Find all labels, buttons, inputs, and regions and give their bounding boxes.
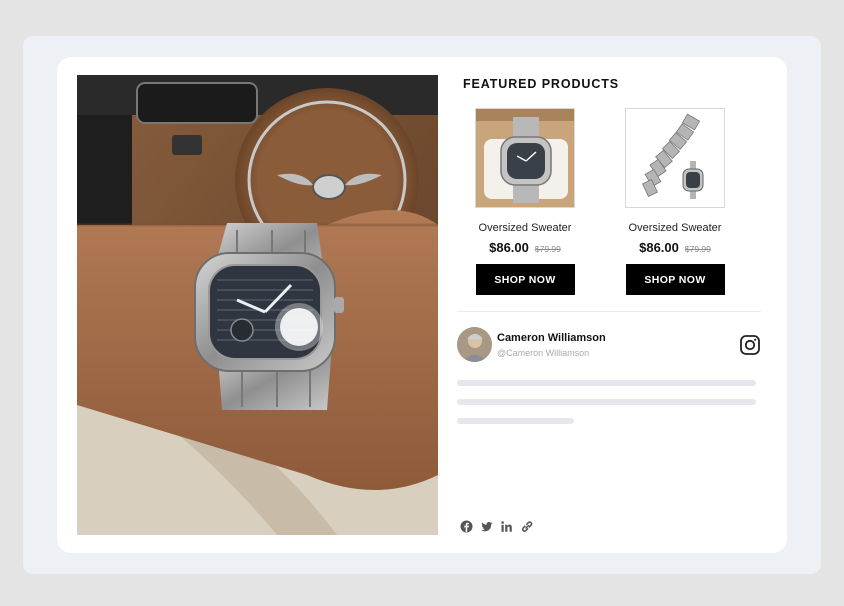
product-price: $86.00: [639, 240, 679, 255]
product-old-price: $79.99: [684, 244, 711, 254]
twitter-icon[interactable]: [480, 520, 493, 533]
caption-placeholder-line: [457, 399, 756, 405]
product-name: Oversized Sweater: [628, 222, 722, 234]
product-card: Oversized Sweater $86.00 $79.99 SHOP NOW: [460, 108, 590, 295]
product-thumbnail[interactable]: [625, 108, 725, 208]
product-name: Oversized Sweater: [478, 222, 572, 234]
price-row: $86.00 $79.99: [610, 240, 740, 255]
shop-now-button[interactable]: SHOP NOW: [475, 264, 575, 295]
avatar-image: [457, 327, 492, 362]
product-thumbnail[interactable]: [475, 108, 575, 208]
product-old-price: $79.99: [534, 244, 561, 254]
watch-open-bracelet-image: [626, 109, 724, 207]
linkedin-icon[interactable]: [500, 520, 513, 533]
watch-on-pillow-image: [476, 109, 574, 207]
caption-placeholder-line: [457, 380, 756, 386]
user-handle: @Cameron Williamson: [497, 348, 590, 358]
instagram-icon[interactable]: [739, 334, 761, 356]
product-card: Oversized Sweater $86.00 $79.99 SHOP NOW: [610, 108, 740, 295]
wrist-watch-photo: [77, 75, 438, 535]
section-title: FEATURED PRODUCTS: [463, 77, 620, 91]
caption-placeholder-line: [457, 418, 574, 424]
post-photo[interactable]: [77, 75, 438, 535]
facebook-icon[interactable]: [460, 520, 473, 533]
product-hotspot[interactable]: [280, 308, 318, 346]
divider: [457, 311, 761, 312]
shop-now-button[interactable]: SHOP NOW: [625, 264, 725, 295]
product-price: $86.00: [489, 240, 529, 255]
price-row: $86.00 $79.99: [460, 240, 590, 255]
avatar[interactable]: [457, 327, 492, 362]
user-name[interactable]: Cameron Williamson: [497, 332, 606, 344]
link-icon[interactable]: [520, 520, 533, 533]
